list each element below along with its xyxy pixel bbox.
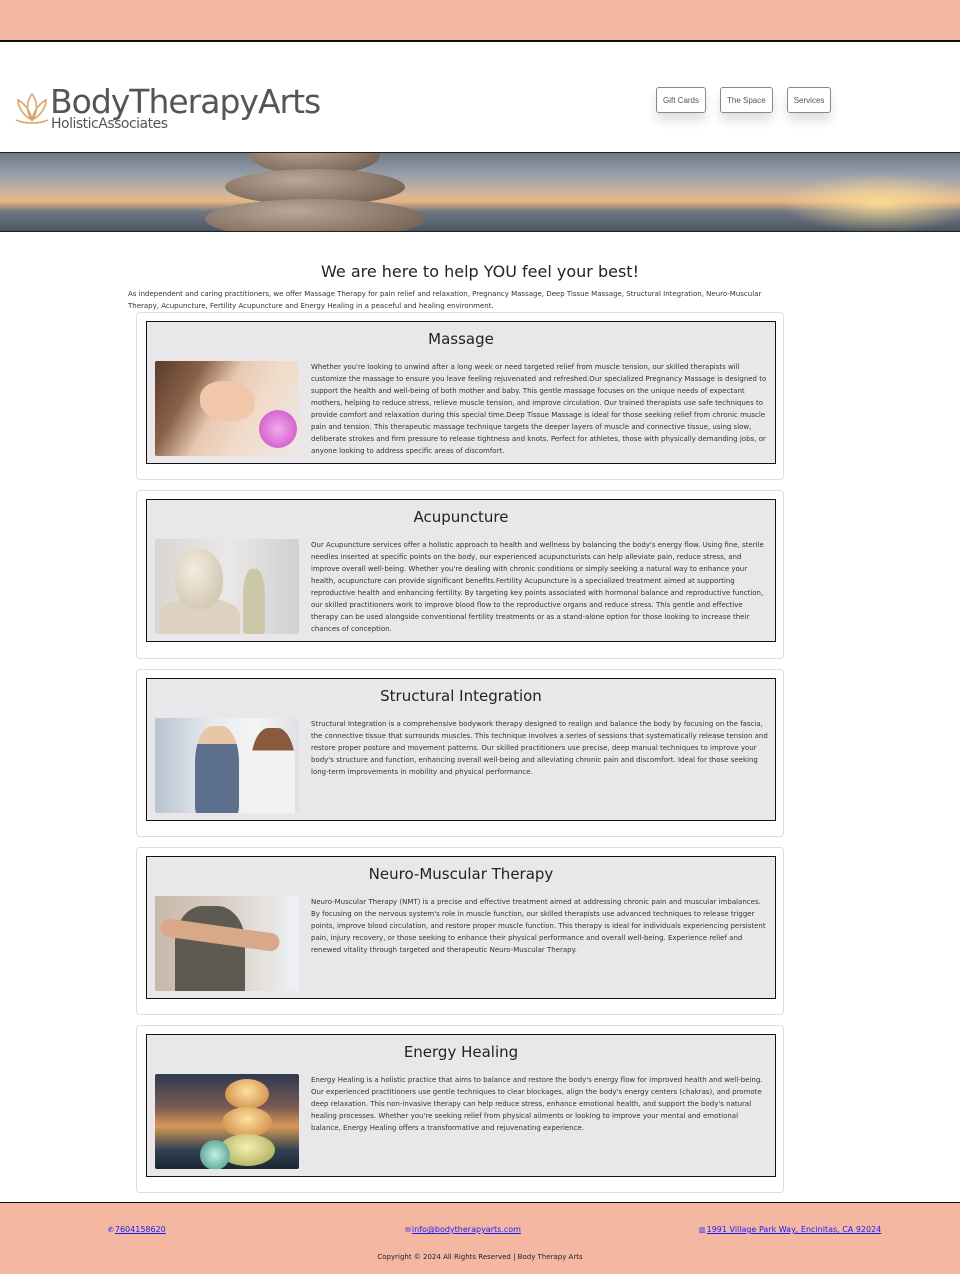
service-card-neuro-muscular: Neuro-Muscular Therapy Neuro-Muscular Th… xyxy=(136,847,784,1015)
acupuncture-image xyxy=(155,539,299,634)
lotus-icon xyxy=(15,92,49,124)
client-figure xyxy=(175,906,245,991)
service-title: Massage xyxy=(428,330,494,348)
nav-services-button[interactable]: Services xyxy=(786,87,832,113)
phone-icon: ✆ xyxy=(108,1226,114,1234)
orchid-flower xyxy=(259,410,297,448)
site-logo[interactable]: BodyTherapyArts HolisticAssociates xyxy=(12,82,321,136)
service-card-body: Energy Healing Energy Healing is a holis… xyxy=(146,1034,776,1177)
banner-stone xyxy=(205,199,425,231)
copyright-text: Copyright © 2024 All Rights Reserved | B… xyxy=(377,1253,583,1261)
service-description: Structural Integration is a comprehensiv… xyxy=(311,720,768,776)
email-address: info@bodytherapyarts.com xyxy=(411,1225,521,1234)
practitioner-figure xyxy=(251,728,295,813)
service-title: Neuro-Muscular Therapy xyxy=(368,865,554,883)
main-nav: Gift Cards The Space Services xyxy=(656,87,832,113)
street-address: 1991 Village Park Way, Encinitas, CA 920… xyxy=(706,1225,882,1234)
service-description: Neuro-Muscular Therapy (NMT) is a precis… xyxy=(311,898,766,954)
service-card-acupuncture: Acupuncture Our Acupuncture services off… xyxy=(136,490,784,659)
massage-image xyxy=(155,361,299,456)
glowing-orb xyxy=(200,1140,230,1169)
sunset-glow xyxy=(780,173,960,231)
glowing-stone xyxy=(222,1107,272,1137)
service-description: Whether you're looking to unwind after a… xyxy=(311,363,767,455)
service-card-massage: Massage Whether you're looking to unwind… xyxy=(136,312,784,480)
energy-healing-image xyxy=(155,1074,299,1169)
email-link[interactable]: ✉info@bodytherapyarts.com xyxy=(405,1225,521,1234)
service-title: Acupuncture xyxy=(413,508,509,526)
service-card-body: Structural Integration Structural Integr… xyxy=(146,678,776,821)
top-accent-bar xyxy=(0,0,960,42)
intro-paragraph: As independent and caring practitioners,… xyxy=(128,290,762,310)
site-header: BodyTherapyArts HolisticAssociates Gift … xyxy=(0,42,960,152)
nav-the-space-button[interactable]: The Space xyxy=(720,87,773,113)
hero-banner-image xyxy=(0,152,960,232)
service-card-body: Neuro-Muscular Therapy Neuro-Muscular Th… xyxy=(146,856,776,999)
brand-subtitle: HolisticAssociates xyxy=(51,116,168,132)
envelope-icon: ✉ xyxy=(405,1226,411,1234)
structural-integration-image xyxy=(155,718,299,813)
service-title: Energy Healing xyxy=(403,1043,519,1061)
address-link[interactable]: ▥1991 Village Park Way, Encinitas, CA 92… xyxy=(699,1225,881,1234)
neuro-muscular-image xyxy=(155,896,299,991)
client-figure xyxy=(195,726,239,813)
service-card-structural-integration: Structural Integration Structural Integr… xyxy=(136,669,784,837)
service-title: Structural Integration xyxy=(380,687,542,705)
map-icon: ▥ xyxy=(699,1226,706,1234)
intro-heading: We are here to help YOU feel your best! xyxy=(321,262,639,281)
model-head xyxy=(175,549,223,609)
service-card-body: Massage Whether you're looking to unwind… xyxy=(146,321,776,464)
service-description: Energy Healing is a holistic practice th… xyxy=(311,1076,763,1132)
service-description: Our Acupuncture services offer a holisti… xyxy=(311,541,764,633)
phone-number: 7604158620 xyxy=(114,1225,166,1234)
model-figure xyxy=(243,569,265,634)
glowing-stone xyxy=(225,1079,269,1109)
service-card-energy-healing: Energy Healing Energy Healing is a holis… xyxy=(136,1025,784,1193)
phone-link[interactable]: ✆7604158620 xyxy=(108,1225,166,1234)
service-card-body: Acupuncture Our Acupuncture services off… xyxy=(146,499,776,642)
massage-hand xyxy=(200,381,255,421)
site-footer: ✆7604158620 ✉info@bodytherapyarts.com ▥1… xyxy=(0,1202,960,1274)
nav-gift-cards-button[interactable]: Gift Cards xyxy=(656,87,707,113)
